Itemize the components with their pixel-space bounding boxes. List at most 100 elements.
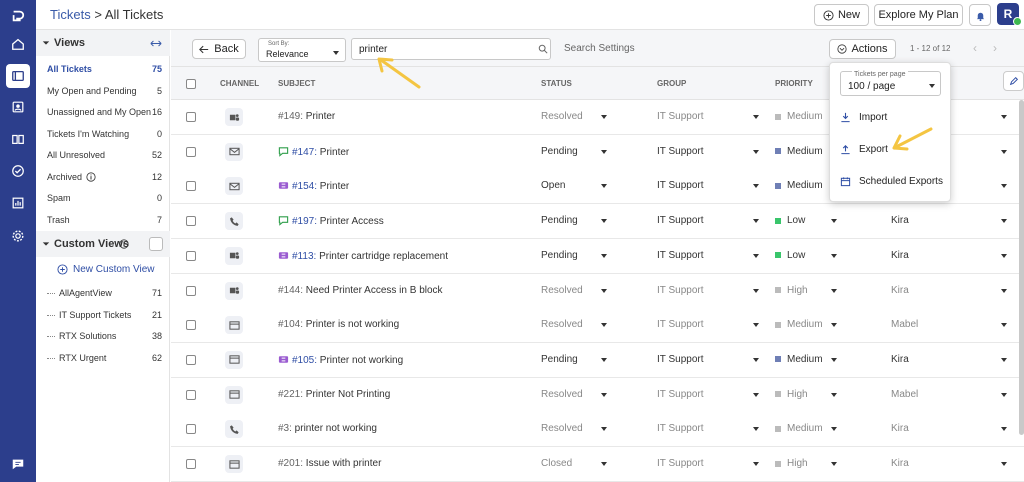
status-select[interactable]: Resolved (541, 111, 583, 122)
group-select[interactable]: IT Support (657, 285, 704, 296)
caret-down-icon[interactable] (831, 323, 837, 328)
caret-down-icon[interactable] (753, 427, 759, 432)
caret-down-icon[interactable] (601, 149, 607, 154)
caret-down-icon[interactable] (753, 184, 759, 189)
row-checkbox[interactable] (186, 146, 196, 157)
table-row[interactable]: #197: Printer Access Pending IT Support Low… (171, 204, 1024, 240)
priority-select[interactable]: High (775, 285, 808, 296)
custom-view-item[interactable]: RTX Urgent 62 (47, 353, 162, 363)
table-row[interactable]: #3: printer not working Resolved IT Suppor… (171, 412, 1024, 448)
scheduled-exports-menu-item[interactable]: Scheduled Exports (840, 176, 943, 187)
logo-icon[interactable] (6, 4, 30, 28)
caret-down-icon[interactable] (831, 357, 837, 362)
agent-select[interactable]: Kira (891, 285, 909, 296)
priority-select[interactable]: Low (775, 250, 805, 261)
view-item[interactable]: Unassigned and My Open 16 (47, 107, 162, 117)
status-select[interactable]: Pending (541, 354, 578, 365)
row-checkbox[interactable] (186, 181, 196, 192)
group-select[interactable]: IT Support (657, 250, 704, 261)
table-row[interactable]: #113: Printer cartridge replacement Pendi… (171, 238, 1024, 274)
caret-down-icon[interactable] (1001, 115, 1007, 119)
search-settings-link[interactable]: Search Settings (564, 43, 635, 54)
status-select[interactable]: Resolved (541, 285, 583, 296)
caret-down-icon[interactable] (601, 115, 607, 119)
row-checkbox[interactable] (186, 250, 196, 261)
caret-down-icon[interactable] (1001, 357, 1007, 362)
sort-by-select[interactable]: Sort By: Relevance (258, 38, 346, 62)
agent-select[interactable]: Mabel (891, 319, 918, 330)
caret-down-icon[interactable] (831, 288, 837, 293)
group-select[interactable]: IT Support (657, 423, 704, 434)
caret-down-icon[interactable] (601, 288, 607, 293)
table-row[interactable]: #221: Printer Not Printing Resolved IT Sup… (171, 377, 1024, 413)
priority-select[interactable]: Medium (775, 319, 823, 330)
caret-down-icon[interactable] (831, 427, 837, 432)
row-checkbox[interactable] (186, 354, 196, 365)
table-row[interactable]: #201: Issue with printer Closed IT Support… (171, 447, 1024, 482)
priority-select[interactable]: Medium (775, 354, 823, 365)
caret-down-icon[interactable] (831, 253, 837, 258)
table-row[interactable]: #144: Need Printer Access in B block Reso… (171, 273, 1024, 309)
contacts-icon[interactable] (6, 95, 30, 119)
subject-link[interactable]: #113: Printer cartridge replacement (278, 250, 448, 262)
agent-select[interactable]: Mabel (891, 389, 918, 400)
row-checkbox[interactable] (186, 216, 196, 227)
export-menu-item[interactable]: Export (840, 144, 888, 155)
status-select[interactable]: Open (541, 180, 565, 191)
views-section-header[interactable]: Views (36, 30, 170, 56)
caret-down-icon[interactable] (753, 288, 759, 293)
actions-button[interactable]: Actions (829, 39, 896, 59)
status-select[interactable]: Resolved (541, 319, 583, 330)
caret-down-icon[interactable] (753, 253, 759, 258)
knowledge-base-icon[interactable] (6, 127, 30, 151)
caret-down-icon[interactable] (753, 323, 759, 328)
explore-plan-button[interactable]: Explore My Plan (874, 4, 963, 26)
subject-link[interactable]: #197: Printer Access (278, 215, 384, 227)
notifications-button[interactable] (969, 4, 991, 26)
back-button[interactable]: Back (192, 39, 246, 59)
subject-link[interactable]: #3: printer not working (278, 423, 377, 434)
custom-view-item[interactable]: IT Support Tickets 21 (47, 310, 162, 320)
subject-link[interactable]: #154: Printer (278, 180, 349, 192)
subject-link[interactable]: #105: Printer not working (278, 354, 403, 366)
header-subject[interactable]: SUBJECT (278, 79, 315, 88)
caret-down-icon[interactable] (601, 357, 607, 362)
tickets-icon[interactable] (6, 64, 30, 88)
new-button[interactable]: New (814, 4, 869, 26)
caret-down-icon[interactable] (831, 219, 837, 224)
search-icon[interactable] (538, 44, 548, 54)
prev-page-icon[interactable]: ‹ (973, 41, 977, 55)
subject-link[interactable]: #221: Printer Not Printing (278, 389, 390, 400)
custom-view-item[interactable]: AllAgentView 71 (47, 288, 162, 298)
caret-down-icon[interactable] (1001, 149, 1007, 154)
group-select[interactable]: IT Support (657, 458, 704, 469)
info-icon[interactable] (119, 239, 129, 249)
group-select[interactable]: IT Support (657, 389, 704, 400)
caret-down-icon[interactable] (753, 219, 759, 224)
next-page-icon[interactable]: › (993, 41, 997, 55)
header-group[interactable]: GROUP (657, 79, 686, 88)
priority-select[interactable]: Medium (775, 423, 823, 434)
agent-select[interactable]: Kira (891, 215, 909, 226)
subject-link[interactable]: #104: Printer is not working (278, 319, 399, 330)
agent-select[interactable]: Kira (891, 354, 909, 365)
caret-down-icon[interactable] (601, 427, 607, 432)
group-select[interactable]: IT Support (657, 354, 704, 365)
status-select[interactable]: Pending (541, 215, 578, 226)
view-item[interactable]: Archived 12 (47, 172, 162, 182)
group-select[interactable]: IT Support (657, 146, 704, 157)
view-item[interactable]: Tickets I'm Watching 0 (47, 129, 162, 139)
status-select[interactable]: Pending (541, 250, 578, 261)
status-select[interactable]: Pending (541, 146, 578, 157)
caret-down-icon[interactable] (831, 392, 837, 397)
caret-down-icon[interactable] (1001, 462, 1007, 466)
settings-icon[interactable] (6, 224, 30, 248)
view-item[interactable]: All Unresolved 52 (47, 150, 162, 160)
subject-link[interactable]: #147: Printer (278, 146, 349, 158)
group-select[interactable]: IT Support (657, 215, 704, 226)
tickets-per-page-select[interactable]: Tickets per page 100 / page (840, 71, 941, 96)
status-select[interactable]: Resolved (541, 389, 583, 400)
priority-select[interactable]: High (775, 389, 808, 400)
select-all-checkbox[interactable] (186, 79, 196, 89)
edit-columns-button[interactable] (1003, 71, 1024, 91)
